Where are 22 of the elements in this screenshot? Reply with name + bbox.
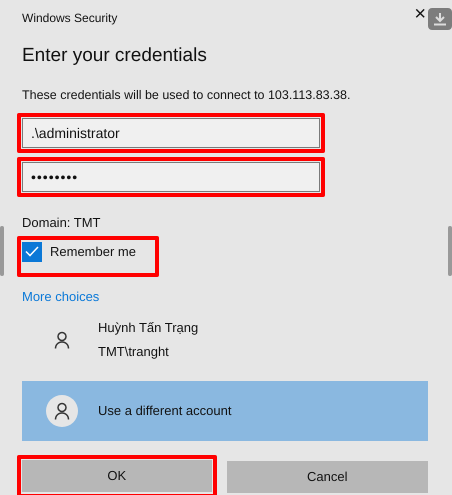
account-name: Huỳnh Tấn Trạng: [98, 319, 198, 338]
account-name: Use a different account: [98, 402, 232, 420]
dialog-heading: Enter your credentials: [22, 44, 208, 68]
ok-button[interactable]: OK: [22, 460, 212, 492]
download-icon[interactable]: [428, 8, 452, 30]
domain-text: Domain: TMT: [22, 214, 102, 232]
account-username: TMT\tranght: [98, 342, 170, 361]
window-title: Windows Security: [22, 10, 118, 26]
user-icon: [46, 394, 78, 427]
more-choices-link[interactable]: More choices: [22, 286, 100, 306]
description-text: These credentials will be used to connect to 103.113.83.38.: [22, 87, 352, 104]
username-field[interactable]: .\administrator: [22, 118, 320, 148]
checkbox-label: Remember me: [50, 242, 136, 261]
close-button[interactable]: ×: [414, 4, 426, 24]
account-option[interactable]: Huỳnh Tấn Trạng TMT\tranght: [22, 312, 428, 367]
checkmark-icon: [25, 246, 39, 258]
checkbox[interactable]: [22, 242, 42, 262]
password-field[interactable]: ••••••••: [22, 162, 320, 192]
scroll-handle[interactable]: [448, 226, 452, 276]
scroll-handle[interactable]: [0, 226, 4, 276]
cancel-button[interactable]: Cancel: [226, 460, 428, 493]
account-option[interactable]: Use a different account: [22, 380, 428, 441]
